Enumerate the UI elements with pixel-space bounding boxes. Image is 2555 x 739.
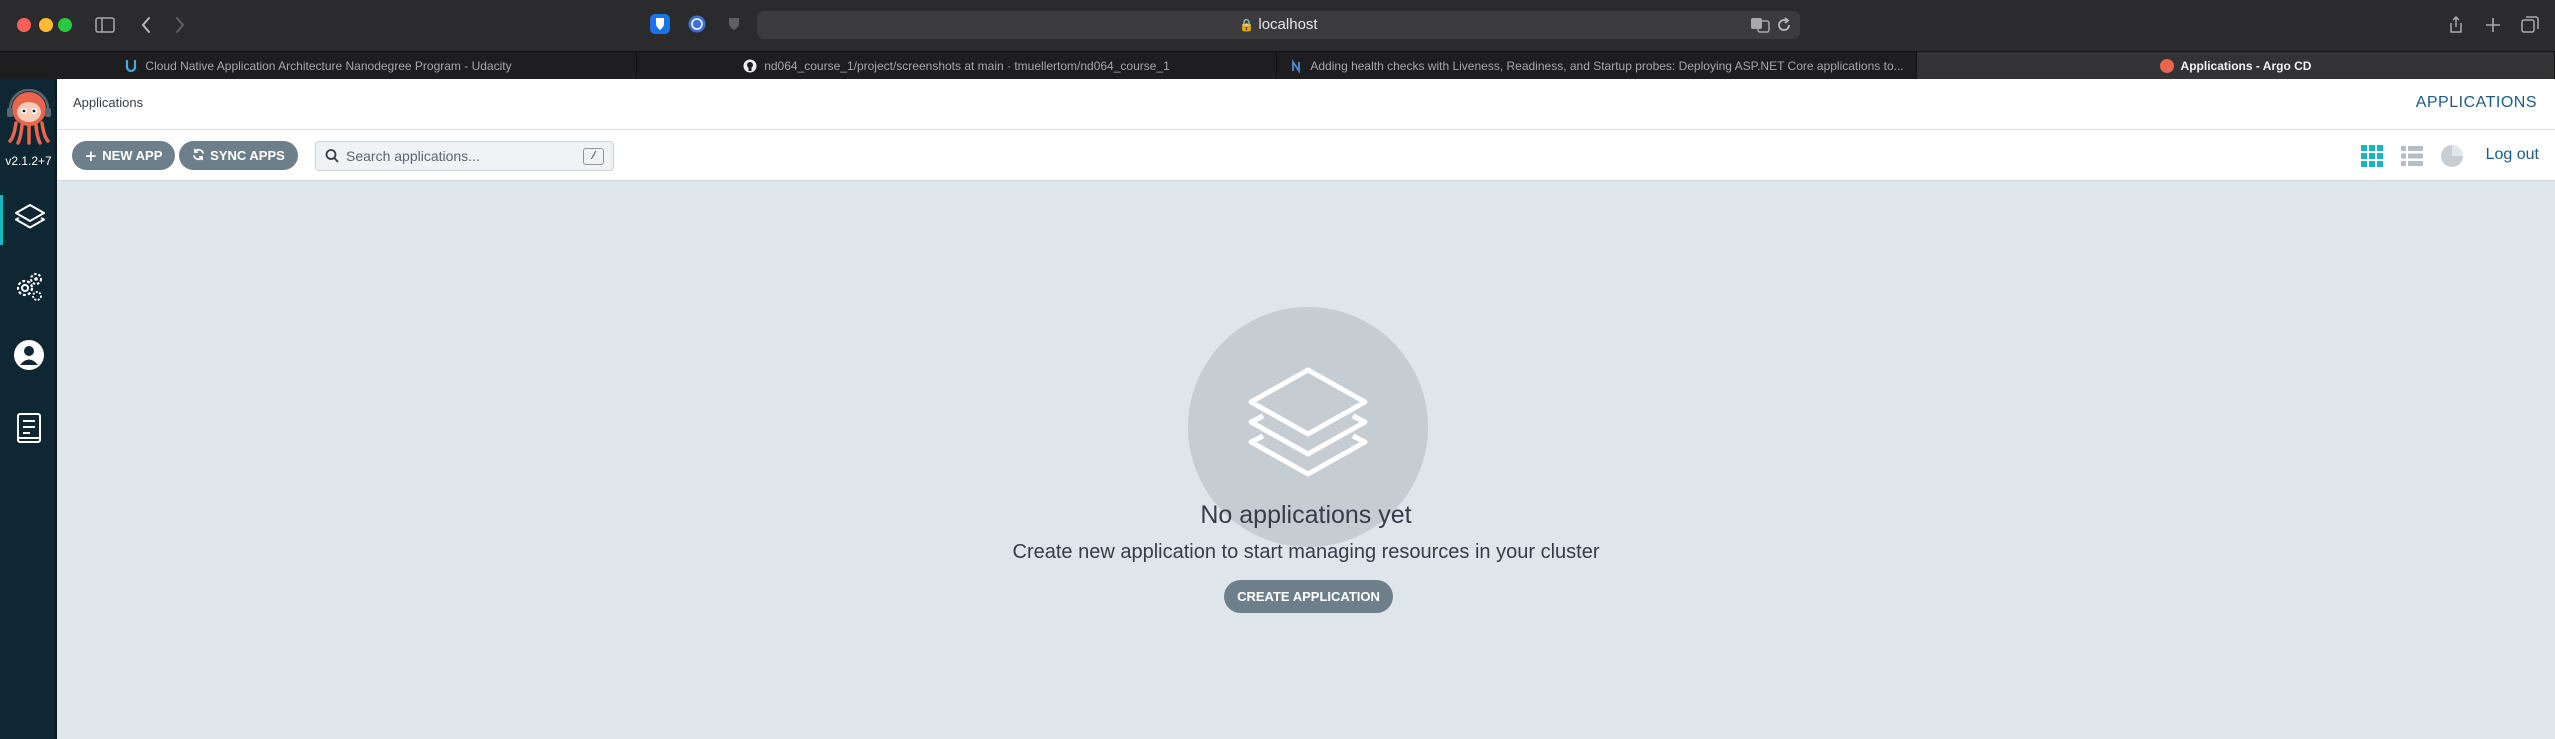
url-text: localhost xyxy=(1258,16,1318,33)
tab-overview-icon[interactable] xyxy=(2517,12,2543,38)
share-icon[interactable] xyxy=(2443,12,2469,38)
new-tab-icon[interactable] xyxy=(2480,12,2506,38)
logout-link[interactable]: Log out xyxy=(2486,146,2539,164)
layers-icon xyxy=(13,201,47,240)
toolbar: + NEW APP SYNC APPS / xyxy=(57,130,2555,181)
tab-title: Cloud Native Application Architecture Na… xyxy=(145,59,512,73)
sync-apps-button[interactable]: SYNC APPS xyxy=(179,141,298,170)
lock-icon: 🔒 xyxy=(1239,18,1255,32)
version-label: v2.1.2+7 xyxy=(5,154,52,168)
create-application-button[interactable]: CREATE APPLICATION xyxy=(1224,580,1393,613)
search-icon xyxy=(325,148,339,169)
browser-titlebar: 🔒 localhost xyxy=(0,0,2555,51)
translate-icon[interactable] xyxy=(1750,16,1770,39)
layers-icon xyxy=(1233,350,1383,505)
tab-strip: Cloud Native Application Architecture Na… xyxy=(0,51,2555,80)
minimize-window-button[interactable] xyxy=(39,18,53,32)
breadcrumb[interactable]: Applications xyxy=(73,95,143,110)
new-app-label: NEW APP xyxy=(102,148,163,163)
argo-logo[interactable] xyxy=(6,88,52,145)
search-box: / xyxy=(315,141,614,171)
new-app-button[interactable]: + NEW APP xyxy=(72,141,175,170)
privacy-extension-icon[interactable] xyxy=(724,14,744,34)
empty-state-subtitle: Create new application to start managing… xyxy=(1012,541,1600,563)
page-title: APPLICATIONS xyxy=(2415,94,2537,111)
list-view-icon[interactable] xyxy=(2399,143,2425,169)
forward-icon[interactable] xyxy=(167,12,193,38)
browser-tab-github[interactable]: nd064_course_1/project/screenshots at ma… xyxy=(637,52,1277,80)
back-icon[interactable] xyxy=(133,12,159,38)
udacity-icon xyxy=(124,59,138,73)
docs-icon xyxy=(14,411,44,450)
browser-tab-argocd[interactable]: Applications - Argo CD xyxy=(1917,52,2555,80)
gears-icon xyxy=(12,270,46,309)
bitwarden-extension-icon[interactable] xyxy=(650,14,670,34)
search-shortcut-hint: / xyxy=(583,148,604,165)
sidebar-item-settings[interactable] xyxy=(0,264,57,314)
main-content: Applications APPLICATIONS + NEW APP SYNC… xyxy=(57,79,2555,739)
sidebar-item-documentation[interactable] xyxy=(0,405,57,455)
github-icon xyxy=(743,59,757,73)
sidebar-toggle-icon[interactable] xyxy=(92,12,118,38)
sidebar-item-applications[interactable] xyxy=(0,195,57,245)
maximize-window-button[interactable] xyxy=(58,18,72,32)
extension-circle-icon[interactable] xyxy=(687,14,707,34)
tab-title: nd064_course_1/project/screenshots at ma… xyxy=(764,59,1170,73)
sidebar-item-user-info[interactable] xyxy=(0,332,57,382)
blog-icon xyxy=(1289,59,1303,73)
argo-sidebar: v2.1.2+7 xyxy=(0,79,57,739)
tab-title: Adding health checks with Liveness, Read… xyxy=(1310,59,1904,73)
argo-icon xyxy=(2159,59,2174,73)
close-window-button[interactable] xyxy=(17,18,31,32)
top-bar: Applications APPLICATIONS xyxy=(57,79,2555,130)
tab-title: Applications - Argo CD xyxy=(2180,59,2312,73)
empty-state-title: No applications yet xyxy=(1200,501,1412,529)
browser-tab-udacity[interactable]: Cloud Native Application Architecture Na… xyxy=(0,52,637,80)
summary-view-icon[interactable] xyxy=(2439,143,2465,169)
user-icon xyxy=(12,338,46,377)
tiles-view-icon[interactable] xyxy=(2359,143,2385,169)
sync-apps-label: SYNC APPS xyxy=(210,148,285,163)
search-input[interactable] xyxy=(346,142,566,170)
empty-state: No applications yet Create new applicati… xyxy=(57,181,2555,739)
plus-icon: + xyxy=(84,146,98,165)
reload-icon[interactable] xyxy=(1776,16,1792,39)
address-bar[interactable]: 🔒 localhost xyxy=(757,11,1800,39)
browser-tab-blog[interactable]: Adding health checks with Liveness, Read… xyxy=(1277,52,1917,80)
sync-icon xyxy=(192,147,205,165)
